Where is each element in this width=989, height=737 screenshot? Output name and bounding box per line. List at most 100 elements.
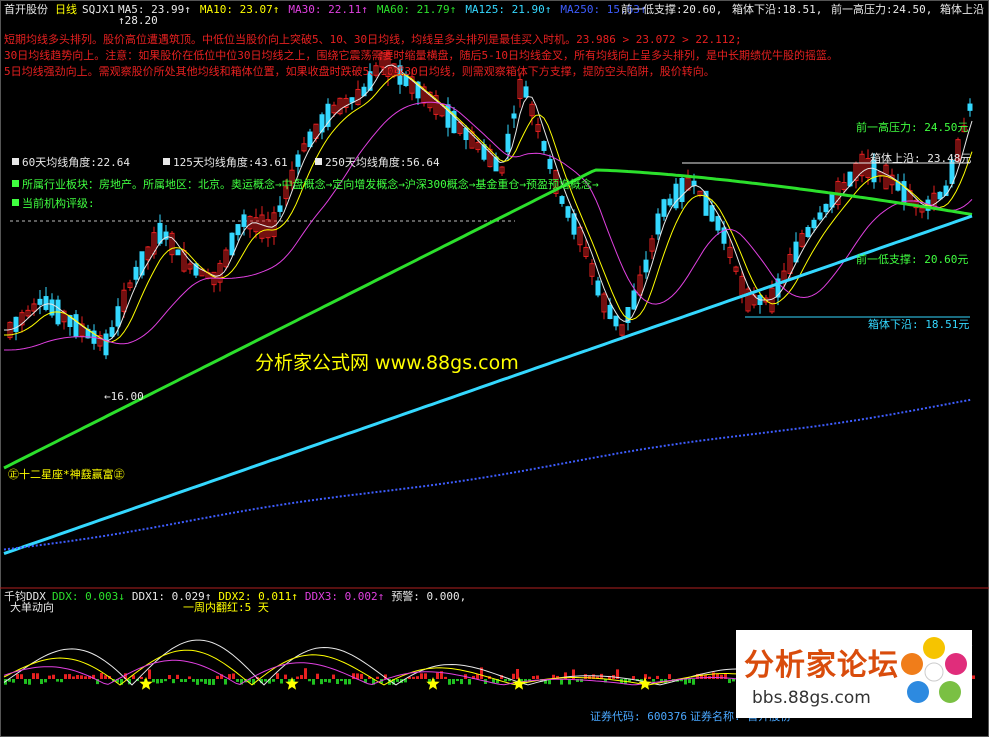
- ddx-bar: [668, 674, 671, 679]
- ddx-bar: [32, 673, 35, 679]
- ddx-bar: [296, 676, 299, 679]
- resistance-level-label: 前一高压力: 24.50元: [856, 121, 969, 134]
- candle-body: [673, 183, 679, 209]
- ddx-bar: [632, 676, 635, 679]
- candle-body: [73, 314, 79, 337]
- candle-body: [229, 232, 235, 256]
- ddx-bar: [332, 674, 335, 679]
- candle-body: [505, 133, 511, 153]
- ddx-bar: [584, 674, 587, 679]
- ddx-bar: [972, 675, 975, 679]
- ddx-bar: [64, 674, 67, 679]
- ddx-bar: [324, 679, 327, 682]
- indicator-name[interactable]: SQJX1: [82, 3, 115, 16]
- candle-body: [805, 226, 811, 238]
- ddx-bar: [172, 679, 175, 684]
- site-watermark: 分析家公式网 www.88gs.com: [255, 352, 519, 374]
- analysis-line-1: 短期均线多头排列。股价高位遭遇筑顶。中低位当股价向上突破5、10、30日均线，均…: [4, 33, 742, 46]
- forum-logo[interactable]: 分析家论坛 bbs.88gs.com: [736, 630, 972, 718]
- candle-body: [655, 213, 661, 235]
- ma125-line: [3, 214, 973, 556]
- ddx-bar: [728, 679, 731, 684]
- ddx-bar: [188, 676, 191, 679]
- ddx-value-4: 预警: 0.000,: [391, 590, 467, 603]
- candle-body: [103, 333, 109, 356]
- candle-body: [541, 141, 547, 151]
- ddx-bar: [656, 675, 659, 679]
- stock-title[interactable]: 首开股份: [4, 3, 48, 16]
- ma5-line: [4, 64, 973, 342]
- ddx-bar: [376, 676, 379, 679]
- box-high-header: 箱体上沿: [940, 3, 984, 16]
- ddx-bar: [344, 679, 347, 685]
- ddx-bar: [300, 675, 303, 679]
- ddx-bar: [196, 679, 199, 685]
- ddx-bar: [84, 676, 87, 679]
- candlesticks: [7, 49, 973, 360]
- candle-body: [643, 259, 649, 273]
- candle-body: [679, 178, 685, 202]
- ddx-bar: [176, 674, 179, 679]
- ddx-bar: [692, 679, 695, 685]
- ma250-line: [3, 398, 973, 551]
- ddx-bar: [36, 673, 39, 679]
- candle-body: [109, 327, 115, 337]
- ma-value-3: MA60: 21.79↑: [376, 3, 457, 16]
- candle-body: [901, 181, 907, 203]
- ddx-bar: [416, 676, 419, 679]
- ma-value-2: MA30: 22.11↑: [288, 3, 368, 16]
- ddx-bar: [56, 679, 59, 682]
- candle-body: [595, 280, 601, 296]
- candle-body: [811, 219, 817, 229]
- price-low-mark: ←16.00: [104, 390, 144, 403]
- candle-body: [277, 205, 283, 212]
- ddx-bar: [264, 679, 267, 682]
- ddx-bar: [424, 673, 427, 679]
- candle-body: [295, 154, 301, 167]
- box-low-header: 箱体下沿:18.51,: [732, 3, 823, 16]
- ddx-bar: [644, 674, 647, 679]
- candle-body: [565, 206, 571, 218]
- ddx-bar: [140, 676, 143, 679]
- period-label[interactable]: 日线: [55, 3, 77, 16]
- angle-125: 125天均线角度:43.61: [163, 156, 288, 169]
- ddx-bar: [448, 679, 451, 685]
- candle-body: [133, 266, 139, 280]
- ddx-bar: [24, 679, 27, 684]
- ddx-bar: [360, 673, 363, 679]
- ma-value-4: MA125: 21.90↑: [465, 3, 552, 16]
- ddx-bar: [536, 675, 539, 679]
- ddx-bar: [504, 679, 507, 682]
- ddx-bar: [684, 679, 687, 685]
- candle-body: [793, 241, 799, 263]
- ma-values-row: MA5: 23.99↑ MA10: 23.07↑ MA30: 22.11↑ MA60:…: [118, 3, 656, 16]
- candle-body: [547, 158, 553, 170]
- candle-body: [115, 306, 121, 327]
- candle-body: [523, 86, 529, 98]
- ddx-bar: [560, 679, 563, 685]
- candle-body: [607, 304, 613, 320]
- ddx-bar: [16, 673, 19, 679]
- ddx-bar: [60, 679, 63, 683]
- ddx-bar: [76, 674, 79, 679]
- candle-body: [691, 180, 697, 186]
- candle-body: [967, 103, 973, 111]
- ddx-bar: [304, 668, 307, 679]
- ddx-bar: [208, 679, 211, 685]
- ddx-bar: [52, 674, 55, 679]
- flower-logo-icon: [901, 637, 967, 703]
- ddx-bar: [152, 679, 155, 683]
- candle-body: [631, 290, 637, 310]
- ddx-bar: [204, 679, 207, 684]
- ddx-bar: [456, 679, 459, 682]
- candle-body: [241, 214, 247, 227]
- ddx-bar: [284, 674, 287, 679]
- ddx-bar: [312, 679, 315, 685]
- ddx-bar: [192, 679, 195, 682]
- candle-body: [661, 199, 667, 217]
- ddx-bar: [200, 679, 203, 682]
- industry-info: 所属行业板块：房地产。所属地区：北京。奥运概念→中盘概念→定向增发概念→沪深30…: [12, 178, 599, 191]
- ddx-bar: [12, 679, 15, 683]
- candle-body: [157, 222, 163, 244]
- ddx-bar: [280, 679, 283, 684]
